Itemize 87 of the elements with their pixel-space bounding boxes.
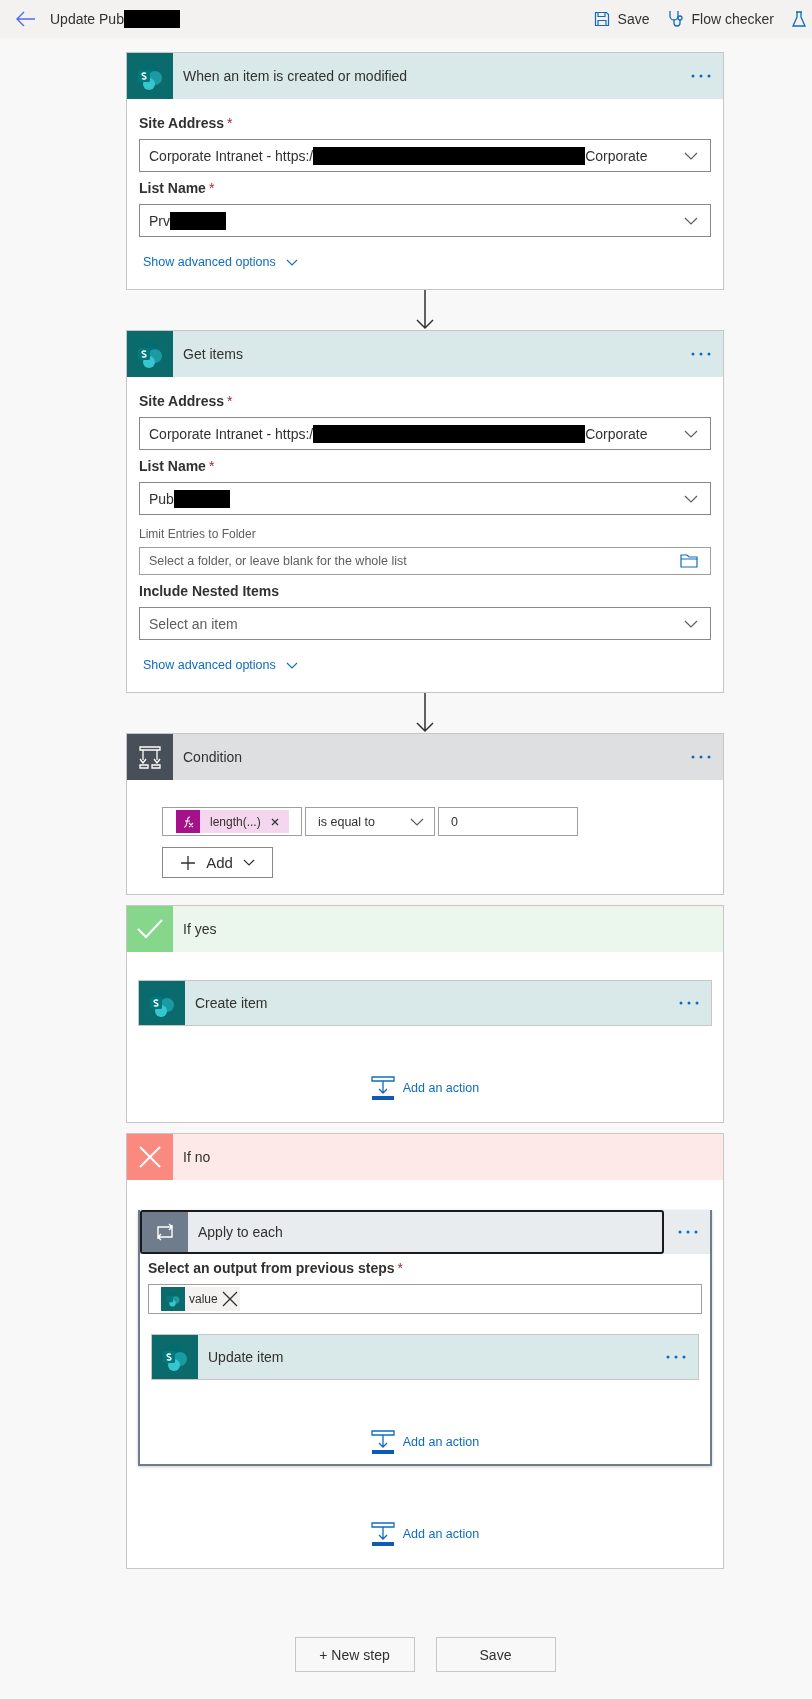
dropdown-field[interactable]: Corporate Intranet - https:/ Corporate	[139, 417, 711, 450]
chevron-down-icon	[285, 661, 298, 669]
condition-icon	[138, 745, 162, 769]
field-label: Limit Entries to Folder	[139, 527, 256, 541]
add-action-icon	[370, 1076, 395, 1100]
branch-header[interactable]: If yes	[127, 906, 723, 952]
card-title: Get items	[183, 346, 244, 362]
branch-title: If yes	[183, 921, 218, 937]
more-options-icon[interactable]	[691, 74, 711, 78]
add-action-icon	[370, 1430, 395, 1454]
flow-title: Update Pub	[50, 11, 124, 27]
chevron-down-icon	[684, 619, 698, 628]
branch-header[interactable]: If no	[127, 1134, 723, 1180]
field-label: Site Address	[139, 393, 225, 409]
more-options-icon[interactable]	[678, 1230, 698, 1234]
card-title: Create item	[195, 995, 269, 1011]
remove-icon[interactable]	[270, 817, 279, 826]
dropdown-field[interactable]: Select an item	[139, 607, 711, 640]
operator-dropdown[interactable]: is equal to	[305, 807, 435, 836]
chevron-down-icon	[410, 817, 424, 826]
field-label: List Name	[139, 458, 206, 474]
chevron-down-icon	[684, 216, 698, 225]
flow-checker-button[interactable]: Flow checker	[667, 10, 774, 28]
required-asterisk: *	[208, 180, 215, 196]
card-title: Update item	[208, 1349, 285, 1365]
sharepoint-icon	[135, 61, 165, 91]
required-asterisk: *	[227, 393, 233, 409]
connector-arrow	[415, 693, 435, 733]
dropdown-field[interactable]: Corporate Intranet - https:/ Corporate	[139, 139, 711, 172]
card-header[interactable]: Condition	[127, 734, 723, 780]
required-asterisk: *	[208, 458, 215, 474]
add-an-action-link[interactable]: Add an action	[370, 1430, 480, 1454]
chevron-down-icon	[684, 151, 698, 160]
chevron-down-icon	[684, 429, 698, 438]
back-arrow-icon[interactable]	[16, 11, 36, 27]
loop-icon	[154, 1223, 176, 1241]
add-action-icon	[370, 1522, 395, 1546]
card-header[interactable]: When an item is created or modified	[127, 53, 723, 99]
save-icon	[593, 11, 610, 27]
field-label: Site Address	[139, 115, 225, 131]
remove-icon[interactable]	[221, 1291, 238, 1307]
save-button[interactable]: Save	[593, 11, 650, 27]
add-an-action-link[interactable]: Add an action	[370, 1522, 480, 1546]
dropdown-field[interactable]: Prv	[139, 204, 711, 237]
connector-arrow	[415, 290, 435, 330]
sharepoint-icon	[135, 339, 165, 369]
chevron-down-icon	[285, 258, 298, 266]
sharepoint-icon	[147, 988, 177, 1018]
function-icon	[181, 814, 195, 829]
branch-title: If no	[183, 1149, 212, 1165]
card-header[interactable]: Get items	[127, 331, 723, 377]
new-step-button[interactable]: + New step	[294, 1637, 415, 1672]
loop-header[interactable]: Apply to each	[140, 1210, 664, 1254]
condition-operand-field[interactable]: length(...)	[162, 807, 302, 836]
value-token[interactable]: value	[161, 1287, 240, 1311]
dropdown-field[interactable]: Pub	[139, 482, 711, 515]
action-card[interactable]: Update item	[151, 1334, 699, 1380]
add-an-action-link[interactable]: Add an action	[370, 1076, 480, 1100]
folder-field[interactable]: Select a folder, or leave blank for the whole list	[139, 547, 711, 575]
chevron-down-icon	[242, 859, 255, 866]
stethoscope-icon	[667, 10, 684, 28]
action-card[interactable]: Create item	[138, 980, 712, 1026]
plus-icon	[180, 854, 197, 871]
expression-token[interactable]: length(...)	[176, 810, 289, 833]
value-field[interactable]: 0	[438, 807, 578, 836]
field-label: Include Nested Items	[139, 583, 280, 599]
card-title: Apply to each	[198, 1224, 284, 1240]
sharepoint-icon	[165, 1291, 181, 1307]
card-title: Condition	[183, 749, 244, 765]
save-button[interactable]: Save	[435, 1637, 556, 1672]
show-advanced-options-link[interactable]: Show advanced options	[143, 255, 298, 269]
more-options-icon[interactable]	[666, 1355, 686, 1359]
show-advanced-options-link[interactable]: Show advanced options	[143, 658, 298, 672]
required-asterisk: *	[397, 1260, 404, 1276]
chevron-down-icon	[684, 494, 698, 503]
more-options-icon[interactable]	[679, 1001, 699, 1005]
field-label: Select an output from previous steps	[148, 1260, 395, 1276]
sharepoint-icon	[160, 1342, 190, 1372]
card-title: When an item is created or modified	[183, 68, 409, 84]
more-options-icon[interactable]	[691, 352, 711, 356]
folder-icon	[680, 554, 698, 568]
flask-icon[interactable]	[792, 11, 806, 27]
add-button[interactable]: Add	[162, 847, 273, 878]
output-field[interactable]: value	[148, 1284, 702, 1314]
field-label: List Name	[139, 180, 206, 196]
more-options-icon[interactable]	[691, 755, 711, 759]
required-asterisk: *	[227, 115, 233, 131]
